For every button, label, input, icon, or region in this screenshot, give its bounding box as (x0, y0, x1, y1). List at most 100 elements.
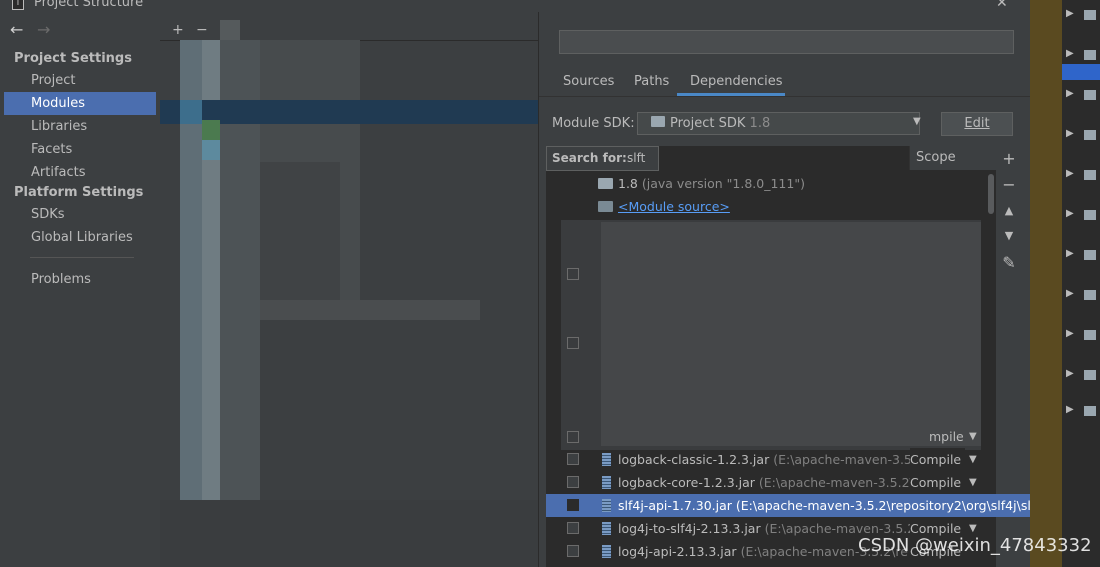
nav-item-facets[interactable]: Facets (4, 138, 156, 161)
chevron-down-icon[interactable]: ▼ (969, 448, 977, 471)
chevron-down-icon[interactable]: ▼ (969, 425, 977, 448)
pixelated-block (180, 100, 202, 124)
checkbox[interactable] (567, 431, 579, 443)
folder-icon (1084, 170, 1096, 180)
dependency-path: (E:\apache-maven-3.5.2\re (764, 521, 932, 536)
source-folder-icon (598, 201, 613, 212)
dependency-row[interactable]: logback-core-1.2.3.jar (E:\apache-maven-… (546, 471, 996, 494)
folder-icon (1084, 50, 1096, 60)
tree-expand-icon: ▶ (1066, 248, 1074, 259)
remove-module-icon[interactable]: − (196, 22, 208, 38)
scope-value[interactable]: Compile (910, 448, 966, 471)
chevron-down-icon[interactable]: ▼ (969, 471, 977, 494)
jar-icon (602, 522, 611, 535)
tree-expand-icon: ▶ (1066, 8, 1074, 19)
checkbox[interactable] (567, 337, 579, 349)
folder-icon (1084, 130, 1096, 140)
tree-expand-icon: ▶ (1066, 328, 1074, 339)
module-tree-panel: + − (160, 12, 538, 567)
tree-expand-icon: ▶ (1066, 88, 1074, 99)
module-sdk-value: Project SDK 1.8 (670, 116, 770, 131)
edit-sdk-button[interactable]: Edit (941, 112, 1013, 136)
export-checkbox[interactable] (567, 545, 579, 557)
dependency-path: (E:\apache-maven-3.5.2\repository2\org\s… (735, 498, 1031, 513)
table-scrollbar[interactable] (988, 174, 994, 214)
platform-settings-header: Platform Settings (14, 185, 144, 200)
folder-icon (1084, 210, 1096, 220)
dependency-name: log4j-to-slf4j-2.13.3.jar (618, 521, 761, 536)
nav-item-libraries[interactable]: Libraries (4, 115, 156, 138)
dependency-label: logback-core-1.2.3.jar (E:\apache-maven-… (618, 471, 926, 494)
nav-item-global-libraries[interactable]: Global Libraries (4, 226, 156, 249)
pixelated-block (260, 162, 340, 302)
jdk-label: 1.8 (java version "1.8.0_111") (618, 172, 805, 195)
pixelated-block (160, 500, 538, 567)
tab-paths[interactable]: Paths (634, 74, 669, 89)
jdk-row[interactable]: 1.8 (java version "1.8.0_111") (546, 172, 996, 195)
checkbox[interactable] (567, 268, 579, 280)
nav-item-problems[interactable]: Problems (4, 268, 156, 291)
export-checkbox[interactable] (567, 522, 579, 534)
close-icon[interactable]: ✕ (996, 0, 1008, 11)
dependency-name: logback-core-1.2.3.jar (618, 475, 755, 490)
pixelated-block (601, 222, 981, 446)
folder-icon (1084, 90, 1096, 100)
dependency-path: (E:\apache-maven-3.5.2\re (758, 475, 927, 490)
sdk-version: 1.8 (749, 116, 771, 131)
pixelated-block (220, 20, 240, 40)
partial-scope-label: mpile (929, 429, 964, 444)
dependency-name: logback-classic-1.2.3.jar (618, 452, 770, 467)
tree-expand-icon: ▶ (1066, 288, 1074, 299)
dependency-label: slf4j-api-1.7.30.jar (E:\apache-maven-3.… (618, 494, 1031, 517)
module-sdk-label: Module SDK: (552, 116, 635, 131)
scope-column-header[interactable]: Scope (909, 146, 996, 170)
module-source-link[interactable]: <Module source> (618, 195, 730, 218)
nav-item-sdks[interactable]: SDKs (4, 203, 156, 226)
module-settings-panel: Sources Paths Dependencies Module SDK: P… (538, 12, 1031, 567)
add-dependency-icon[interactable]: + (1001, 149, 1017, 168)
jar-icon (602, 545, 611, 558)
back-arrow-icon[interactable]: ← (10, 20, 23, 39)
nav-item-artifacts[interactable]: Artifacts (4, 161, 156, 184)
jar-icon (602, 453, 611, 466)
scope-value[interactable]: Compile (910, 471, 966, 494)
sdk-name: Project SDK (670, 116, 746, 131)
folder-icon (651, 116, 665, 127)
move-down-icon[interactable]: ▼ (1001, 229, 1017, 242)
jdk-detail: (java version "1.8.0_111") (641, 176, 805, 191)
folder-icon (1084, 330, 1096, 340)
export-checkbox[interactable] (567, 499, 579, 511)
forward-arrow-icon[interactable]: → (37, 20, 50, 39)
search-input[interactable]: slft (627, 151, 645, 165)
edit-button-label: Edit (964, 116, 990, 131)
folder-icon (598, 178, 613, 189)
nav-item-modules[interactable]: Modules (4, 92, 156, 115)
dependency-label: logback-classic-1.2.3.jar (E:\apache-mav… (618, 448, 933, 471)
folder-icon (1084, 370, 1096, 380)
edit-dependency-icon[interactable]: ✎ (1001, 253, 1017, 272)
title-bar (0, 0, 1030, 12)
dependency-row[interactable]: logback-classic-1.2.3.jar (E:\apache-mav… (546, 448, 996, 471)
chevron-down-icon[interactable]: ▼ (913, 116, 921, 127)
module-name-field[interactable] (559, 30, 1014, 54)
pixelated-block (202, 120, 220, 140)
tree-expand-icon: ▶ (1066, 368, 1074, 379)
project-settings-header: Project Settings (14, 51, 132, 66)
background-project-tree (1062, 0, 1100, 567)
dependency-name: log4j-api-2.13.3.jar (618, 544, 737, 559)
export-checkbox[interactable] (567, 476, 579, 488)
dependency-row-selected[interactable]: slf4j-api-1.7.30.jar (E:\apache-maven-3.… (546, 494, 1031, 517)
csdn-watermark: CSDN @weixin_47843332 (858, 535, 1092, 556)
tab-dependencies[interactable]: Dependencies (690, 74, 783, 89)
module-source-row[interactable]: <Module source> (546, 195, 996, 218)
add-module-icon[interactable]: + (172, 22, 184, 38)
nav-item-project[interactable]: Project (4, 69, 156, 92)
tree-expand-icon: ▶ (1066, 168, 1074, 179)
nav-divider (30, 257, 134, 258)
jar-icon (602, 499, 611, 512)
tab-sources[interactable]: Sources (563, 74, 614, 89)
tree-expand-icon: ▶ (1066, 128, 1074, 139)
export-checkbox[interactable] (567, 453, 579, 465)
remove-dependency-icon[interactable]: − (1001, 175, 1017, 194)
move-up-icon[interactable]: ▲ (1001, 204, 1017, 217)
